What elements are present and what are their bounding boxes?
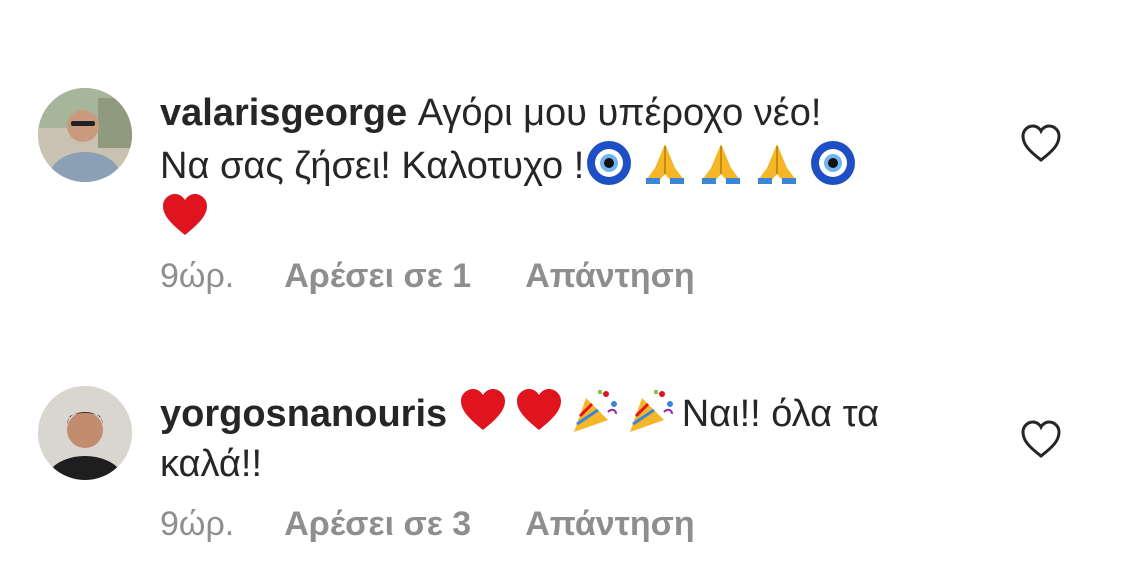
timestamp: 9ώρ. [160,505,235,543]
comment-body-line1: Αγόρι μου υπέροχο νέο! [407,92,822,134]
party-popper-icon [570,386,620,436]
folded-hands-icon [752,138,802,188]
timestamp: 9ώρ. [160,257,235,295]
like-heart-icon[interactable] [1020,124,1062,164]
comment-text: valarisgeorge Αγόρι μου υπέροχο νέο! Να … [160,88,980,244]
avatar[interactable] [38,386,132,480]
avatar[interactable] [38,88,132,182]
nazar-amulet-icon [584,138,634,188]
red-heart-icon [458,386,508,436]
folded-hands-icon [640,138,690,188]
username-link[interactable]: yorgosnanouris [160,393,447,435]
comment-body-line1: Ναι!! όλα τα [681,393,880,435]
nazar-amulet-icon [808,138,858,188]
likes-count-link[interactable]: Αρέσει σε 3 [284,505,471,543]
comment-body-line2: καλά!! [160,443,263,485]
comment-meta: 9ώρ. Αρέσει σε 3 Απάντηση [160,505,695,544]
like-heart-icon[interactable] [1020,420,1062,460]
reply-button[interactable]: Απάντηση [525,505,694,543]
comment-meta: 9ώρ. Αρέσει σε 1 Απάντηση [160,257,695,296]
folded-hands-icon [696,138,746,188]
red-heart-icon [514,386,564,436]
username-link[interactable]: valarisgeorge [160,92,407,134]
likes-count-link[interactable]: Αρέσει σε 1 [284,257,471,295]
comment-body-line2: Να σας ζήσει! Καλοτυχο ! [160,145,585,187]
red-heart-icon [160,191,210,241]
party-popper-icon [626,386,676,436]
reply-button[interactable]: Απάντηση [525,257,694,295]
comment-text: yorgosnanouris Ναι!! όλα τα καλά!! [160,386,980,489]
